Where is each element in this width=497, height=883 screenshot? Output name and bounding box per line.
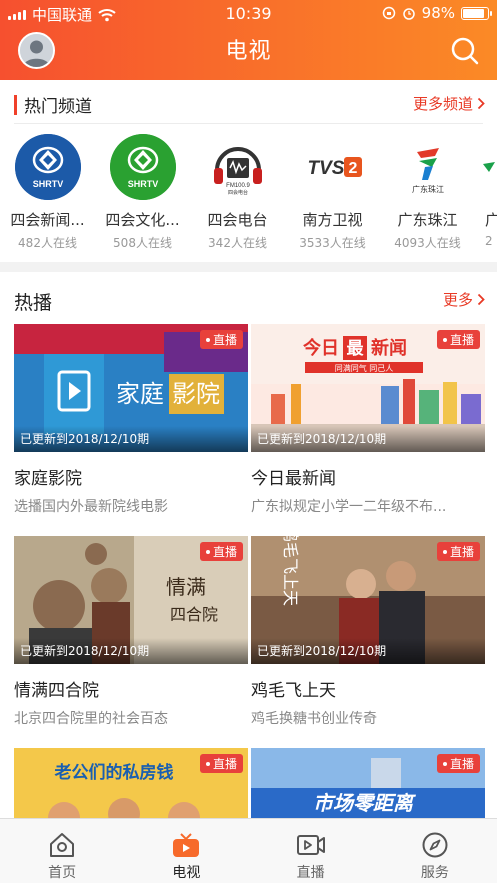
more-hot-link[interactable]: 更多 [443, 289, 485, 310]
svg-text:新闻: 新闻 [371, 337, 407, 359]
channel-online-count: 342人在线 [208, 236, 267, 250]
channel-logo: FM100.9 四会电台 [204, 134, 271, 200]
rotation-lock-icon [382, 6, 395, 20]
tab-label: 直播 [296, 865, 325, 881]
update-info: 已更新到2018/12/10期 [14, 638, 248, 664]
channel-item[interactable]: FM100.9 四会电台 四会电台 342人在线 [190, 134, 285, 251]
tv-icon [173, 833, 200, 857]
update-info: 已更新到2018/12/10期 [251, 638, 485, 664]
svg-text:鸡毛飞上天: 鸡毛飞上天 [281, 536, 300, 606]
channel-item[interactable]: 广东珠江 广东珠江 4093人在线 [380, 134, 475, 251]
svg-text:今日: 今日 [303, 337, 339, 359]
tab-label: 电视 [172, 865, 201, 881]
channel-name: 四会文化... [105, 211, 180, 229]
live-video-icon [296, 835, 325, 855]
channel-item[interactable]: 广 2 [475, 134, 497, 251]
page-title: 电视 [225, 39, 272, 64]
svg-text:FM100.9: FM100.9 [226, 183, 250, 189]
svg-text:情满: 情满 [166, 575, 206, 599]
hot-channels-section: 热门频道 更多频道 SHRTV 四会新闻... 482人在线 SHRTV 四会文… [0, 80, 497, 262]
tab-live[interactable]: 直播 [249, 819, 373, 883]
program-title: 鸡毛飞上天 [251, 681, 336, 701]
program-card[interactable]: 今日 最 新闻 同满同气 同己人 直播 已更新到2018/12/10期 今日最新… [251, 324, 485, 516]
program-card[interactable]: 情满 四合院 直播 已更新到2018/12/10期 情满四合院 北京四合院里的社… [14, 536, 248, 728]
svg-text:老公们的私房钱: 老公们的私房钱 [54, 762, 174, 783]
channel-logo: TVS 2 [299, 134, 366, 200]
chevron-right-icon [477, 293, 485, 306]
program-card[interactable]: 家庭 影院 直播 已更新到2018/12/10期 家庭影院 选播国内外最新院线电… [14, 324, 248, 516]
channel-item[interactable]: SHRTV 四会文化... 508人在线 [95, 134, 190, 251]
update-info: 已更新到2018/12/10期 [251, 426, 485, 452]
svg-text:最: 最 [347, 339, 365, 359]
svg-text:四会电台: 四会电台 [227, 189, 247, 196]
program-title: 今日最新闻 [251, 469, 336, 489]
live-badge: 直播 [199, 330, 243, 349]
program-subtitle: 广东拟规定小学一二年级不布... [251, 499, 447, 515]
chevron-right-icon [477, 97, 485, 110]
program-subtitle: 鸡毛换糖书创业传奇 [251, 711, 377, 727]
live-badge: 直播 [199, 542, 243, 561]
channel-logo: SHRTV [109, 134, 176, 200]
more-channels-link[interactable]: 更多频道 [413, 93, 485, 114]
svg-text:SHRTV: SHRTV [32, 179, 63, 189]
program-title: 家庭影院 [14, 469, 82, 489]
svg-text:SHRTV: SHRTV [127, 179, 158, 189]
svg-text:影院: 影院 [172, 380, 220, 408]
channel-online-count: 4093人在线 [394, 236, 461, 250]
live-badge: 直播 [436, 330, 480, 349]
search-icon[interactable] [449, 35, 481, 67]
tab-home[interactable]: 首页 [0, 819, 124, 883]
status-bar: 中国联通 10:39 98% [0, 0, 497, 28]
app-header: 中国联通 10:39 98% 电视 [0, 0, 497, 80]
live-badge: 直播 [199, 754, 243, 773]
svg-text:TVS: TVS [307, 158, 344, 179]
battery-percent: 98% [421, 4, 455, 22]
program-subtitle: 选播国内外最新院线电影 [14, 499, 168, 515]
tv-page: 中国联通 10:39 98% 电视 热门频道 更多频道 SHRTV 四会新闻..… [0, 0, 497, 883]
program-thumbnail: 情满 四合院 直播 已更新到2018/12/10期 [14, 536, 248, 664]
channel-online-count: 508人在线 [113, 236, 172, 250]
bottom-tab-bar: 首页 电视 直播 服务 [0, 818, 497, 883]
channel-name: 四会新闻... [10, 211, 85, 229]
battery-icon [461, 6, 492, 20]
compass-icon [422, 832, 448, 858]
channel-logo [475, 134, 497, 200]
program-thumbnail: 家庭 影院 直播 已更新到2018/12/10期 [14, 324, 248, 452]
svg-text:广东珠江: 广东珠江 [412, 184, 444, 194]
tab-tv[interactable]: 电视 [124, 819, 248, 883]
tab-label: 首页 [48, 865, 77, 881]
channel-logo: SHRTV [14, 134, 81, 200]
hot-programs-title: 热播 [14, 292, 53, 314]
svg-text:同满同气 同己人: 同满同气 同己人 [335, 363, 394, 373]
channel-name: 南方卫视 [302, 211, 363, 229]
update-info: 已更新到2018/12/10期 [14, 426, 248, 452]
channel-item[interactable]: TVS 2 南方卫视 3533人在线 [285, 134, 380, 251]
channel-online-count: 3533人在线 [299, 236, 366, 250]
program-subtitle: 北京四合院里的社会百态 [14, 711, 168, 727]
channel-online-count: 482人在线 [18, 236, 77, 250]
program-thumbnail: 今日 最 新闻 同满同气 同己人 直播 已更新到2018/12/10期 [251, 324, 485, 452]
live-badge: 直播 [436, 542, 480, 561]
hot-channels-title: 热门频道 [14, 92, 92, 117]
channel-name: 广 [485, 211, 497, 229]
program-thumbnail: 鸡毛飞上天 直播 已更新到2018/12/10期 [251, 536, 485, 664]
svg-text:市场零距离: 市场零距离 [313, 791, 416, 815]
svg-text:2: 2 [348, 160, 357, 177]
channel-name: 四会电台 [207, 211, 268, 229]
channel-online-count: 2 [485, 234, 493, 248]
svg-text:家庭: 家庭 [116, 380, 164, 408]
tab-service[interactable]: 服务 [373, 819, 497, 883]
live-badge: 直播 [436, 754, 480, 773]
svg-text:四合院: 四合院 [170, 605, 218, 624]
channel-logo: 广东珠江 [394, 134, 461, 200]
home-icon [50, 833, 75, 857]
program-card[interactable]: 鸡毛飞上天 直播 已更新到2018/12/10期 鸡毛飞上天 鸡毛换糖书创业传奇 [251, 536, 485, 728]
channel-item[interactable]: SHRTV 四会新闻... 482人在线 [0, 134, 95, 251]
hot-programs-section: 热播 更多 家庭 影院 直播 已更新到2018/12/10期 家庭影院 选播国内… [0, 272, 497, 876]
tab-label: 服务 [420, 865, 449, 881]
alarm-icon [402, 8, 415, 20]
program-title: 情满四合院 [14, 681, 99, 701]
channel-name: 广东珠江 [397, 211, 458, 229]
